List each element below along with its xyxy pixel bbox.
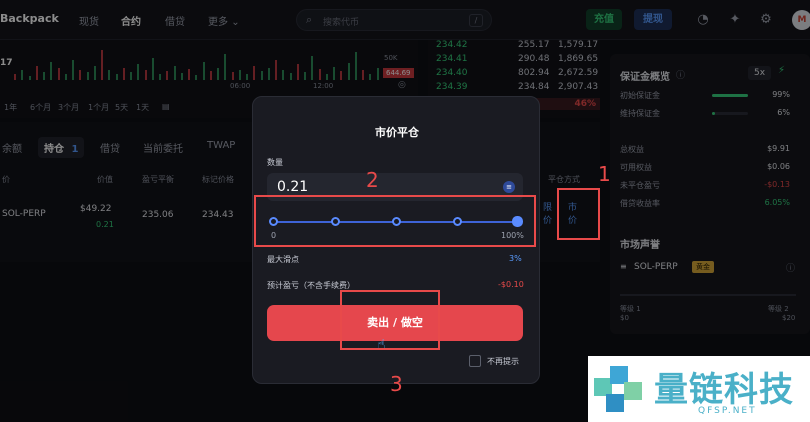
dont-show-label: 不再提示	[487, 357, 519, 366]
pnl-value: -$0.10	[498, 280, 524, 289]
watermark-sub: QFSP.NET	[698, 406, 757, 416]
watermark-text: 量链科技	[654, 370, 794, 410]
annotation-box-sell	[340, 290, 440, 350]
watermark: 量链科技 QFSP.NET	[588, 356, 810, 422]
watermark-logo-square	[606, 394, 624, 412]
annotation-number-2: 2	[366, 168, 379, 192]
token-icon: ≡	[503, 181, 515, 193]
annotation-number-3: 3	[390, 372, 403, 396]
annotation-number-1: 1	[598, 162, 611, 186]
annotation-box-slider	[254, 195, 536, 247]
slippage-value[interactable]: 3%	[509, 254, 522, 263]
slippage-label: 最大滑点	[267, 255, 299, 264]
quantity-value: 0.21	[277, 179, 309, 195]
annotation-box-market	[557, 188, 600, 240]
watermark-logo-square	[624, 382, 642, 400]
watermark-logo	[594, 364, 646, 416]
modal-title: 市价平仓	[375, 126, 419, 139]
qty-label: 数量	[267, 158, 283, 167]
dont-show-checkbox[interactable]	[469, 355, 481, 367]
